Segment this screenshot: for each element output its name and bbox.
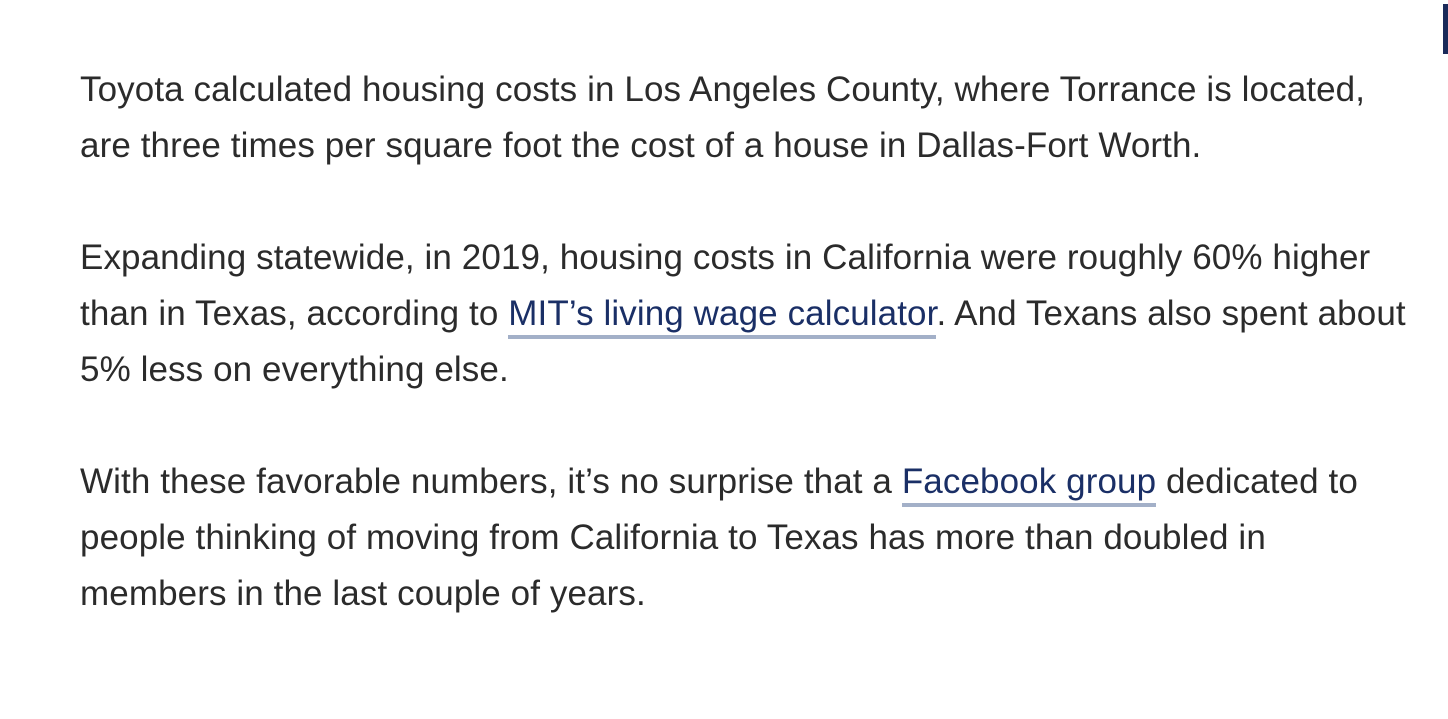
article-paragraph: Toyota calculated housing costs in Los A… — [80, 62, 1410, 174]
article-body: Toyota calculated housing costs in Los A… — [80, 62, 1410, 622]
paragraph-text: With these favorable numbers, it’s no su… — [80, 462, 902, 501]
facebook-group-link[interactable]: Facebook group — [901, 462, 1157, 507]
article-paragraph: With these favorable numbers, it’s no su… — [80, 454, 1410, 622]
article-paragraph: Expanding statewide, in 2019, housing co… — [80, 230, 1410, 398]
paragraph-text: Toyota calculated housing costs in Los A… — [80, 70, 1366, 165]
mit-living-wage-calculator-link[interactable]: MIT’s living wage calculator — [508, 294, 937, 339]
edge-accent-bar — [1443, 4, 1448, 54]
